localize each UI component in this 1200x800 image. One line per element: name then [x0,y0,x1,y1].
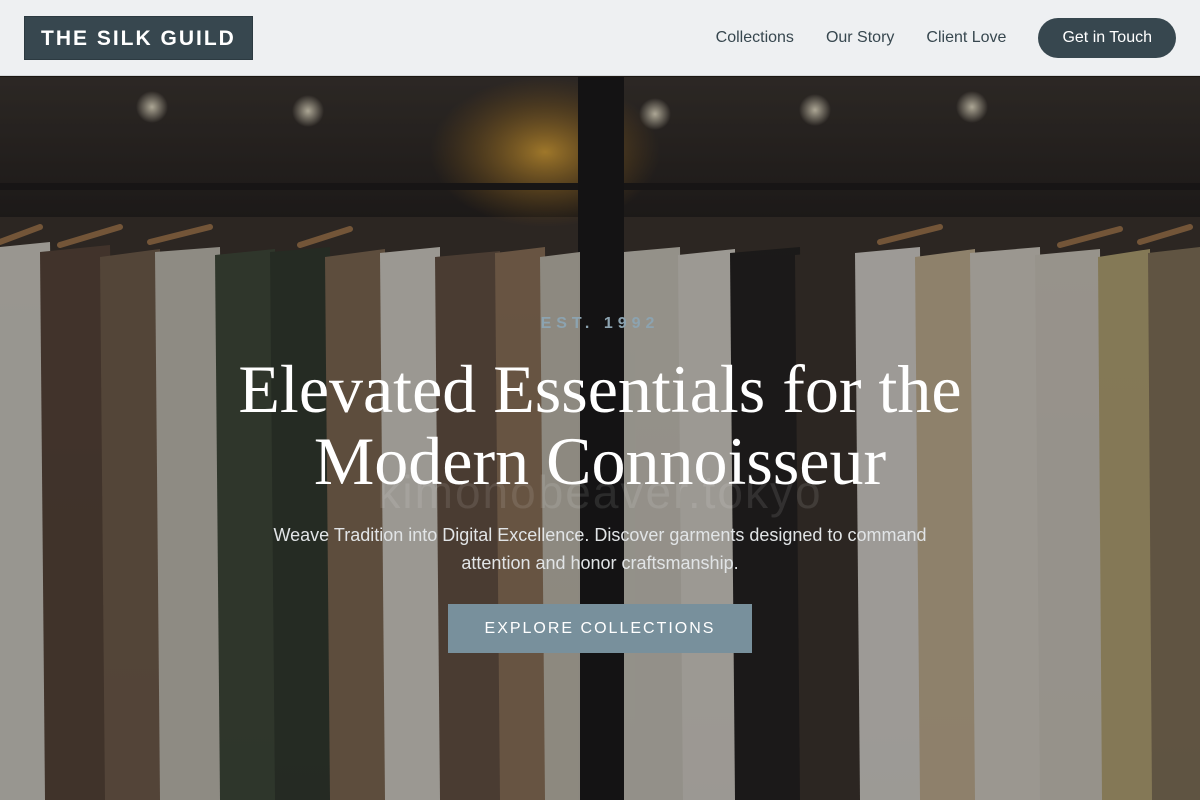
headline-line-1: Elevated Essentials for the [238,351,962,427]
nav-link-our-story[interactable]: Our Story [826,29,894,47]
hero-section: EST. 1992 kimonobeaver.tokyo Elevated Es… [0,77,1200,800]
hero-eyebrow: EST. 1992 [540,315,660,332]
brand-logo[interactable]: THE SILK GUILD [24,15,253,60]
subtitle-line-2: attention and honor craftsmanship. [461,553,739,573]
get-in-touch-button[interactable]: Get in Touch [1038,17,1176,58]
subtitle-line-1: Weave Tradition into Digital Excellence.… [273,525,927,545]
explore-collections-button[interactable]: EXPLORE COLLECTIONS [448,604,752,653]
hero-headline: Elevated Essentials for the Modern Conno… [100,353,1100,497]
hero-subtitle: Weave Tradition into Digital Excellence.… [250,521,950,577]
main-nav: Collections Our Story Client Love Get in… [684,17,1176,58]
headline-line-2: Modern Connoisseur [313,423,887,499]
nav-link-client-love[interactable]: Client Love [926,29,1006,47]
site-header: THE SILK GUILD Collections Our Story Cli… [0,0,1200,76]
nav-link-collections[interactable]: Collections [716,29,794,47]
hero-content: EST. 1992 kimonobeaver.tokyo Elevated Es… [0,77,1200,800]
